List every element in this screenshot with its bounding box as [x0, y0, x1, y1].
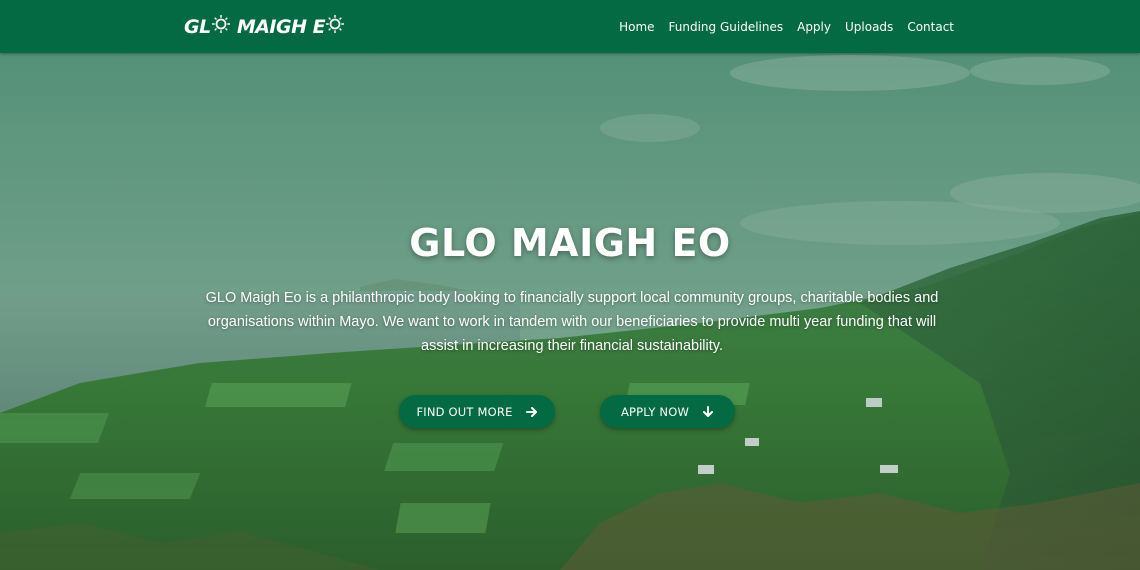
nav-contact[interactable]: Contact: [907, 20, 954, 34]
logo-text: GL MAIGH E: [184, 14, 345, 38]
hero-content: GLO MAIGH EO GLO Maigh Eo is a philanthr…: [0, 53, 1140, 570]
find-out-more-label: FIND OUT MORE: [416, 404, 513, 419]
arrow-right-icon: [525, 406, 537, 417]
nav-apply[interactable]: Apply: [797, 20, 831, 34]
nav-home[interactable]: Home: [619, 20, 654, 34]
site-header: GL MAIGH E Home Funding Guidelines Apply…: [0, 0, 1140, 53]
find-out-more-button[interactable]: FIND OUT MORE: [399, 395, 555, 428]
sun-icon: [326, 14, 345, 33]
main-nav: Home Funding Guidelines Apply Uploads Co…: [619, 0, 954, 53]
apply-now-label: APPLY NOW: [620, 404, 690, 419]
nav-funding-guidelines[interactable]: Funding Guidelines: [669, 20, 784, 34]
hero-title: GLO MAIGH EO: [409, 221, 731, 265]
nav-uploads[interactable]: Uploads: [845, 20, 893, 34]
apply-now-button[interactable]: APPLY NOW: [600, 395, 735, 428]
arrow-down-icon: [703, 405, 714, 417]
sun-icon: [211, 14, 230, 33]
hero-description: GLO Maigh Eo is a philanthropic body loo…: [205, 290, 939, 354]
hero-section: GLO MAIGH EO GLO Maigh Eo is a philanthr…: [0, 53, 1140, 570]
site-logo[interactable]: GL MAIGH E: [184, 10, 345, 42]
